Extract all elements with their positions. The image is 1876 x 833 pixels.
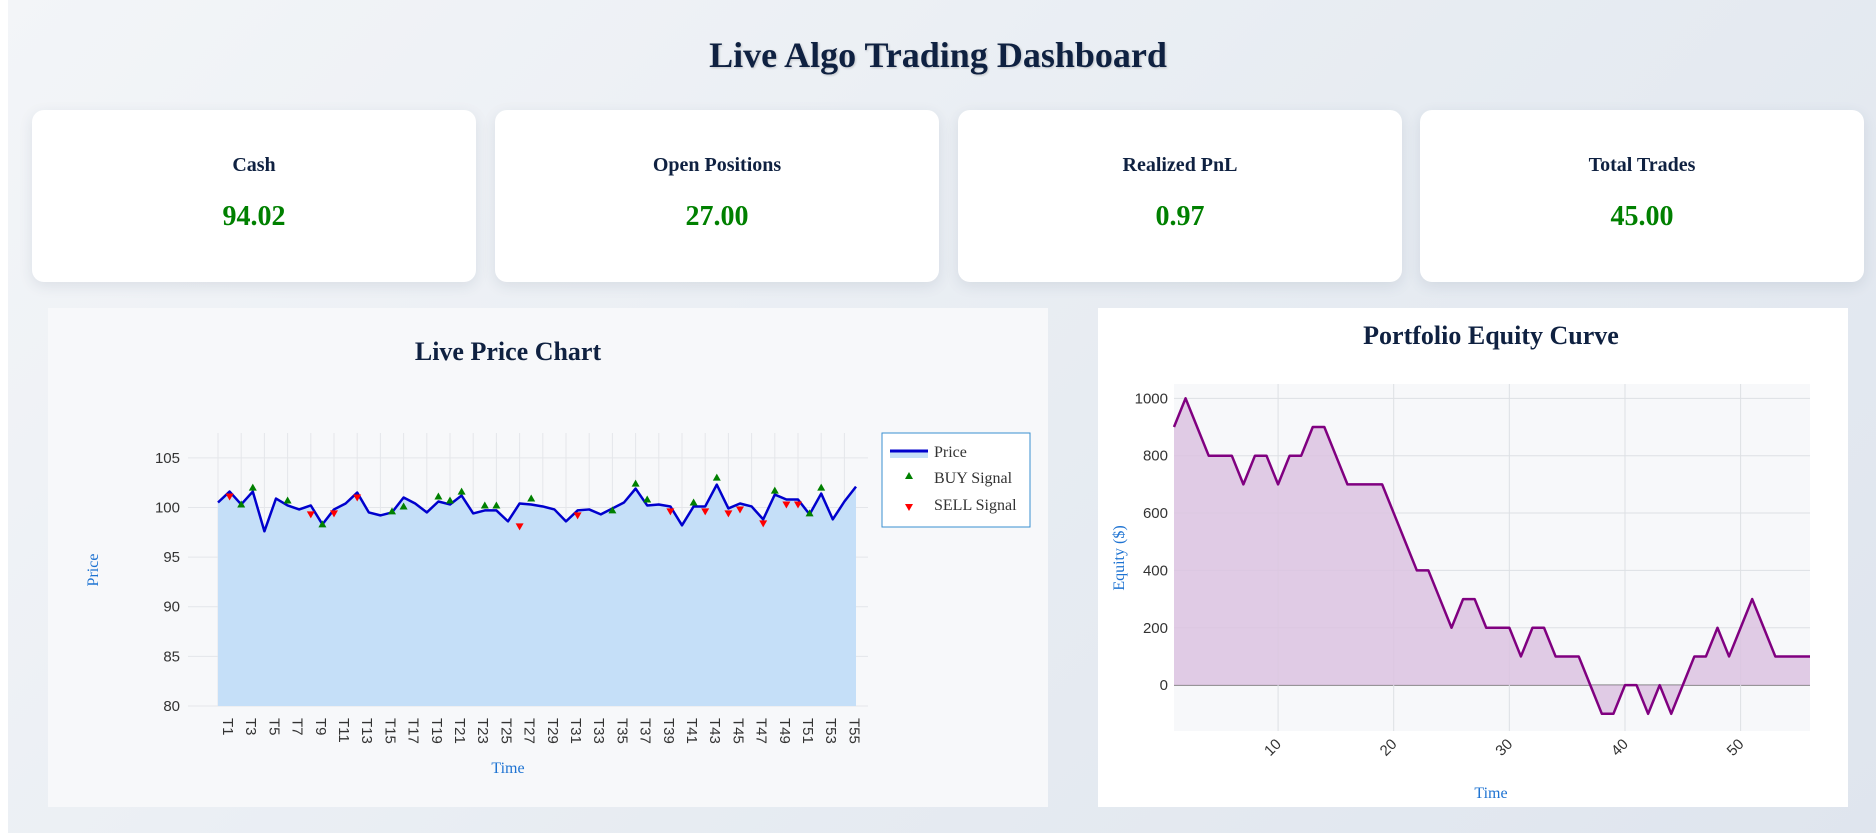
equity-x-tick-label: 30 — [1492, 736, 1516, 760]
buy-signal-marker — [631, 479, 640, 487]
equity-x-tick-label: 10 — [1261, 736, 1285, 760]
price-y-tick-label: 100 — [155, 499, 180, 516]
price-x-tick-label: T31 — [567, 718, 584, 744]
price-x-tick-label: T49 — [776, 718, 793, 744]
equity-y-axis-label: Equity ($) — [1111, 525, 1128, 590]
card-label: Realized PnL — [1122, 154, 1238, 176]
price-x-tick-label: T39 — [660, 718, 677, 744]
buy-signal-marker — [643, 495, 652, 503]
price-chart-panel: Live Price Chart Time Price 80 85 90 95 100 1… — [48, 308, 1048, 807]
price-x-tick-label: T11 — [335, 718, 352, 743]
price-y-axis-label: Price — [85, 554, 102, 587]
price-y-tick-label: 85 — [163, 648, 180, 665]
total-trades-card: Total Trades 45.00 — [1420, 110, 1864, 282]
price-y-tick-label: 95 — [163, 549, 180, 566]
card-label: Open Positions — [652, 154, 782, 176]
price-y-tick-label: 105 — [155, 450, 180, 467]
realized-pnl-card: Realized PnL 0.97 — [958, 110, 1402, 282]
buy-signal-marker — [283, 496, 292, 504]
card-value: 45.00 — [1610, 201, 1674, 232]
buy-signal-marker — [446, 496, 454, 504]
equity-plot: 0 200 400 600 800 1000 10 20 30 40 50 — [1135, 384, 1810, 760]
price-x-tick-label: T43 — [706, 718, 723, 744]
legend-buy-label: BUY Signal — [934, 470, 1013, 487]
equity-y-tick-label: 1000 — [1135, 390, 1168, 407]
buy-signal-marker — [457, 487, 466, 495]
buy-signal-marker — [492, 501, 501, 509]
price-x-tick-label: T41 — [683, 718, 700, 744]
price-x-tick-label: T15 — [381, 718, 398, 744]
card-value: 94.02 — [222, 201, 286, 232]
price-x-tick-label: T21 — [451, 718, 468, 744]
equity-x-tick-label: 40 — [1608, 736, 1632, 760]
buy-signal-marker — [480, 501, 489, 509]
price-y-tick-label: 80 — [163, 698, 180, 715]
equity-y-tick-label: 400 — [1143, 562, 1168, 579]
equity-y-tick-label: 800 — [1143, 448, 1168, 465]
page-title: Live Algo Trading Dashboard — [709, 35, 1167, 75]
price-x-tick-label: T9 — [312, 718, 329, 736]
equity-y-tick-label: 600 — [1143, 505, 1168, 522]
price-x-axis-label: Time — [491, 760, 524, 777]
price-x-tick-label: T1 — [219, 718, 236, 736]
buy-signal-marker — [817, 483, 826, 491]
card-value: 27.00 — [685, 201, 749, 232]
left-strip — [0, 0, 8, 833]
buy-signal-marker — [689, 498, 698, 506]
price-plot: 80 85 90 95 100 105 T1 T3 T5 T7 T9 T11 T13 T15 T17 T19 T… — [155, 433, 868, 744]
buy-signal-marker — [527, 494, 536, 502]
legend-sell-label: SELL Signal — [934, 497, 1017, 514]
price-x-tick-label: T7 — [289, 718, 306, 736]
equity-y-tick-label: 200 — [1143, 620, 1168, 637]
equity-x-axis-label: Time — [1474, 785, 1507, 802]
price-x-tick-label: T3 — [242, 718, 259, 736]
price-chart-title: Live Price Chart — [415, 337, 602, 366]
price-x-tick-label: T5 — [265, 718, 282, 736]
price-x-tick-label: T27 — [521, 718, 538, 744]
price-x-tick-label: T37 — [637, 718, 654, 744]
cash-card: Cash 94.02 — [32, 110, 476, 282]
equity-chart-title: Portfolio Equity Curve — [1363, 321, 1619, 350]
price-x-tick-label: T13 — [358, 718, 375, 744]
price-x-tick-label: T51 — [799, 718, 816, 744]
price-x-tick-label: T45 — [729, 718, 746, 744]
price-legend[interactable]: Price BUY Signal SELL Signal — [881, 432, 1031, 528]
equity-chart-panel: Portfolio Equity Curve Time Equity ($) 0… — [1098, 308, 1848, 807]
legend-price-label: Price — [934, 444, 967, 461]
card-label: Cash — [232, 154, 276, 176]
equity-chart[interactable]: Portfolio Equity Curve Time Equity ($) 0… — [1098, 308, 1848, 807]
buy-signal-marker — [434, 492, 443, 500]
price-x-tick-label: T23 — [474, 718, 491, 744]
price-x-tick-label: T47 — [753, 718, 770, 744]
card-label: Total Trades — [1588, 154, 1696, 176]
equity-x-tick-label: 20 — [1377, 736, 1401, 760]
price-x-tick-label: T53 — [822, 718, 839, 744]
price-x-tick-label: T33 — [590, 718, 607, 744]
equity-y-tick-label: 0 — [1160, 677, 1168, 694]
price-x-tick-label: T17 — [405, 718, 422, 744]
buy-signal-marker — [770, 486, 779, 494]
price-x-tick-label: T29 — [544, 718, 561, 744]
price-x-tick-label: T19 — [428, 718, 445, 744]
price-x-tick-label: T55 — [845, 718, 862, 744]
price-chart[interactable]: Live Price Chart Time Price 80 85 90 95 100 1… — [48, 308, 1048, 807]
buy-signal-marker — [712, 473, 721, 481]
price-x-tick-label: T35 — [613, 718, 630, 744]
card-value: 0.97 — [1155, 201, 1205, 232]
buy-signal-marker — [248, 483, 257, 491]
price-y-tick-label: 90 — [163, 599, 180, 616]
price-x-tick-label: T25 — [497, 718, 514, 744]
open-positions-card: Open Positions 27.00 — [495, 110, 939, 282]
equity-x-tick-label: 50 — [1724, 736, 1748, 760]
